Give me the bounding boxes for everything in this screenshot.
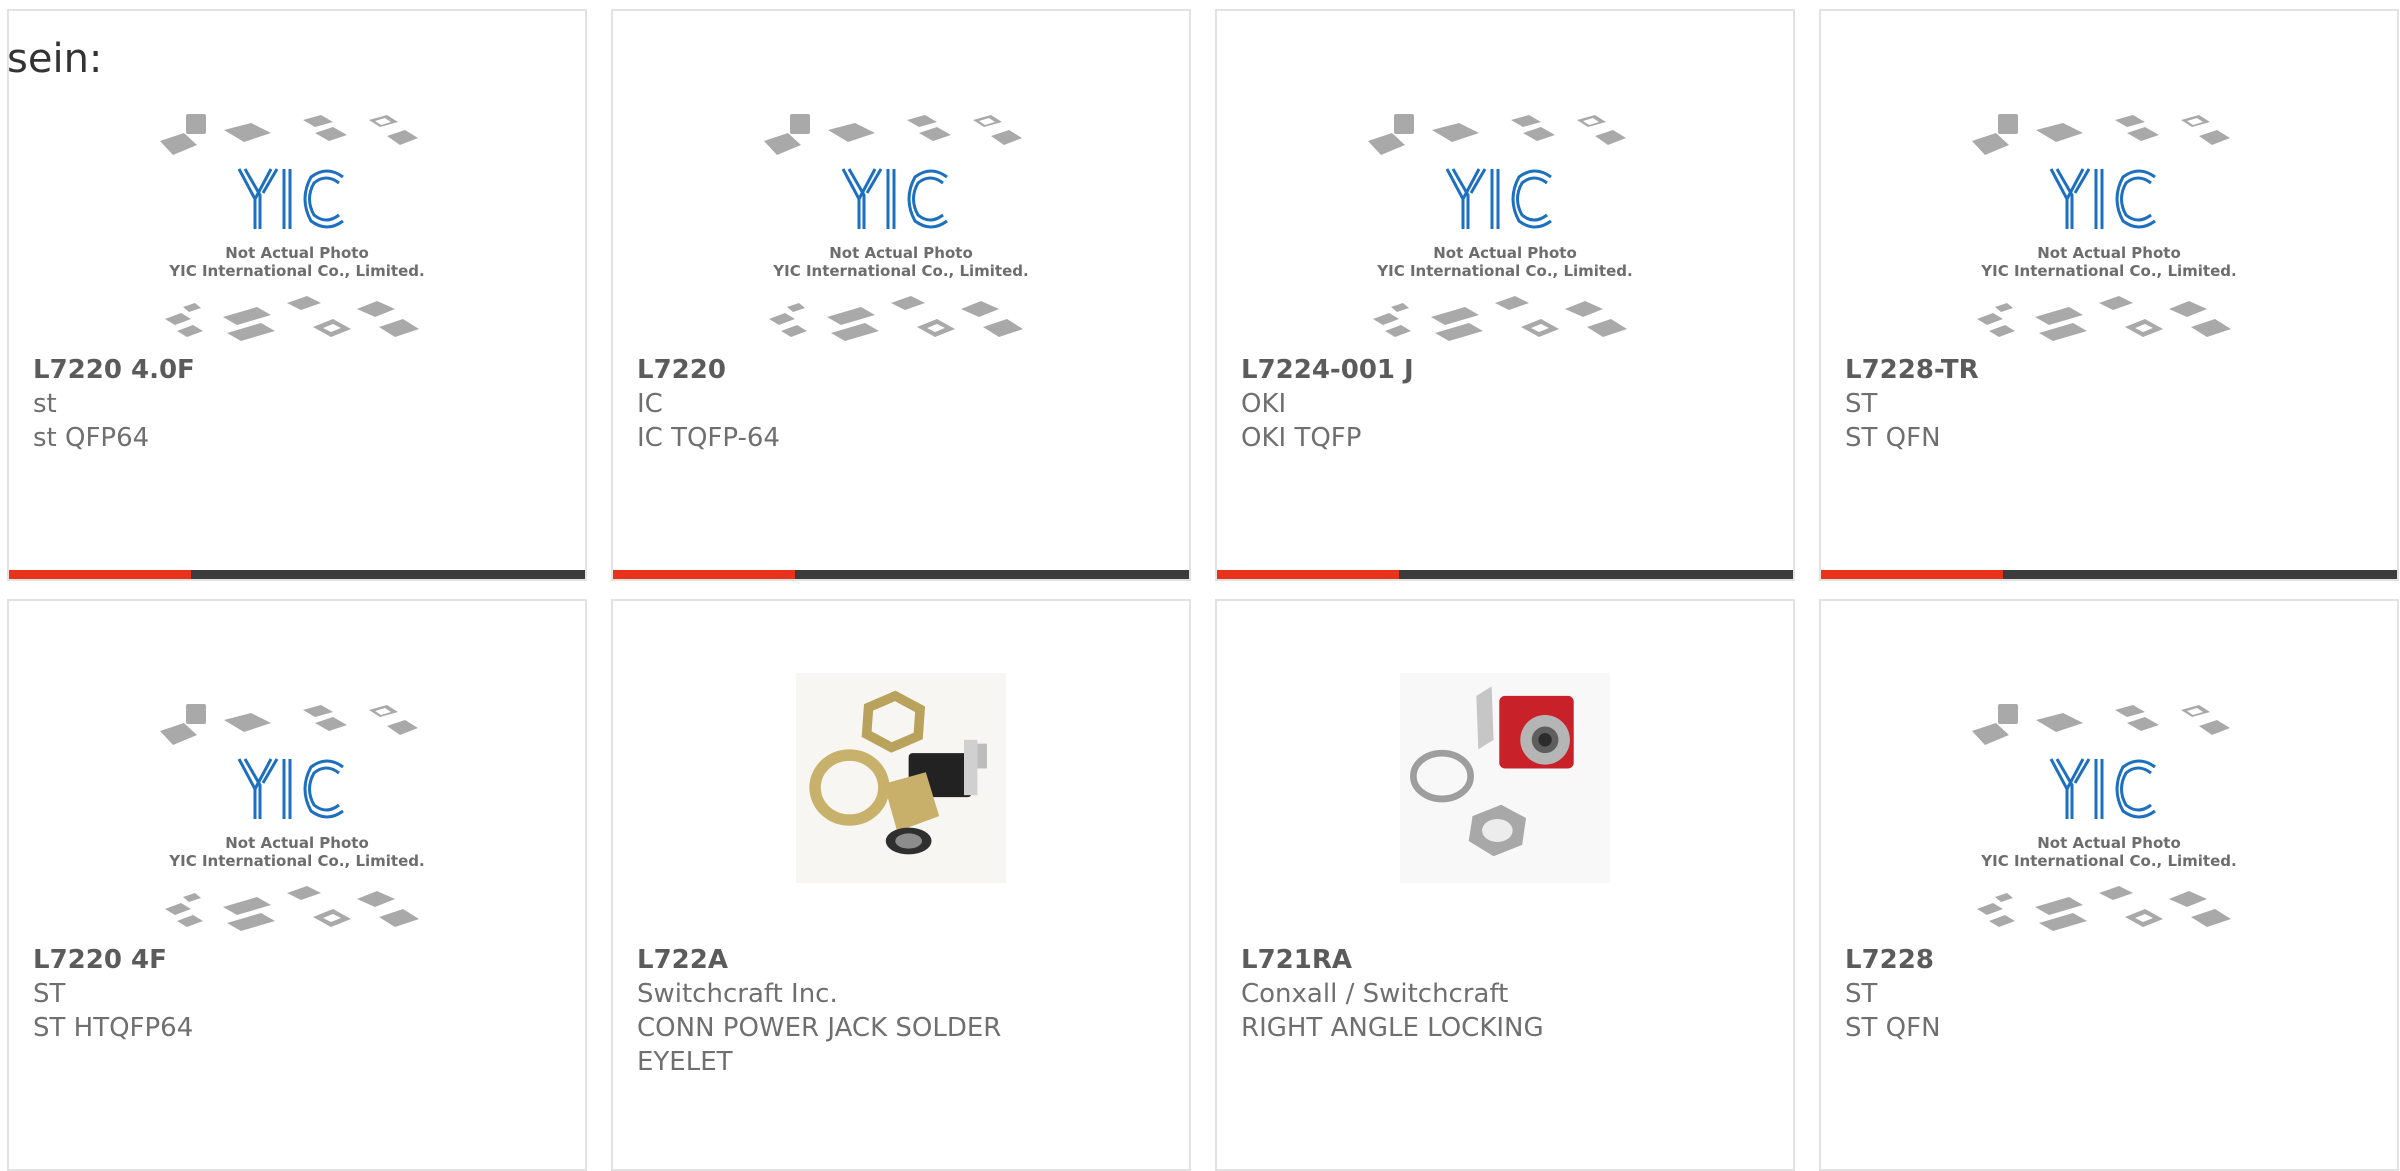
description: RIGHT ANGLE LOCKING bbox=[1241, 1013, 1544, 1043]
part-number[interactable]: L7220 4F bbox=[33, 943, 565, 977]
product-image[interactable] bbox=[1217, 103, 1793, 353]
card-footer-bar bbox=[9, 570, 585, 579]
brand: ST bbox=[1845, 979, 1878, 1009]
brand: OKI bbox=[1241, 389, 1287, 419]
power-jack-photo bbox=[796, 673, 1006, 883]
product-image[interactable] bbox=[613, 673, 1189, 923]
part-number[interactable]: L7228 bbox=[1845, 943, 2377, 977]
product-image[interactable] bbox=[9, 693, 585, 943]
description: st QFP64 bbox=[33, 423, 150, 453]
part-number[interactable]: L722A bbox=[637, 943, 1169, 977]
product-image[interactable] bbox=[1821, 693, 2397, 943]
intro-text: sein: bbox=[7, 36, 103, 82]
description: CONN POWER JACK SOLDER EYELET bbox=[637, 1013, 1002, 1077]
product-image[interactable] bbox=[9, 103, 585, 353]
yic-placeholder-image bbox=[761, 103, 1041, 363]
yic-placeholder-image bbox=[1969, 693, 2249, 953]
product-card[interactable]: L721RA Conxall / Switchcraft RIGHT ANGLE… bbox=[1215, 599, 1795, 1171]
yic-placeholder-image bbox=[1365, 103, 1645, 363]
brand: ST bbox=[33, 979, 66, 1009]
yic-placeholder-image bbox=[1969, 103, 2249, 363]
yic-placeholder-image bbox=[157, 693, 437, 953]
description: IC TQFP-64 bbox=[637, 423, 780, 453]
product-card[interactable]: L7228-TR ST ST QFN bbox=[1819, 9, 2399, 581]
product-card[interactable]: L7220 4F ST ST HTQFP64 bbox=[7, 599, 587, 1171]
part-number[interactable]: L721RA bbox=[1241, 943, 1773, 977]
product-image[interactable] bbox=[1821, 103, 2397, 353]
card-footer-bar bbox=[1217, 570, 1793, 579]
product-card[interactable]: L7224-001 J OKI OKI TQFP bbox=[1215, 9, 1795, 581]
description: OKI TQFP bbox=[1241, 423, 1362, 453]
description: ST QFN bbox=[1845, 1013, 1941, 1043]
brand: Switchcraft Inc. bbox=[637, 979, 838, 1009]
product-card[interactable]: L7228 ST ST QFN bbox=[1819, 599, 2399, 1171]
card-footer-bar bbox=[613, 570, 1189, 579]
yic-placeholder-image bbox=[157, 103, 437, 363]
description: ST HTQFP64 bbox=[33, 1013, 194, 1043]
product-card[interactable]: L722A Switchcraft Inc. CONN POWER JACK S… bbox=[611, 599, 1191, 1171]
part-number[interactable]: L7228-TR bbox=[1845, 353, 2377, 387]
part-number[interactable]: L7220 bbox=[637, 353, 1169, 387]
red-jack-photo bbox=[1400, 673, 1610, 883]
product-image[interactable] bbox=[1217, 673, 1793, 923]
brand: Conxall / Switchcraft bbox=[1241, 979, 1509, 1009]
product-card[interactable]: L7220 4.0F st st QFP64 bbox=[7, 9, 587, 581]
part-number[interactable]: L7224-001 J bbox=[1241, 353, 1773, 387]
brand: IC bbox=[637, 389, 663, 419]
product-image[interactable] bbox=[613, 103, 1189, 353]
brand: st bbox=[33, 389, 57, 419]
description: ST QFN bbox=[1845, 423, 1941, 453]
brand: ST bbox=[1845, 389, 1878, 419]
card-footer-bar bbox=[1821, 570, 2397, 579]
part-number[interactable]: L7220 4.0F bbox=[33, 353, 565, 387]
product-card[interactable]: L7220 IC IC TQFP-64 bbox=[611, 9, 1191, 581]
